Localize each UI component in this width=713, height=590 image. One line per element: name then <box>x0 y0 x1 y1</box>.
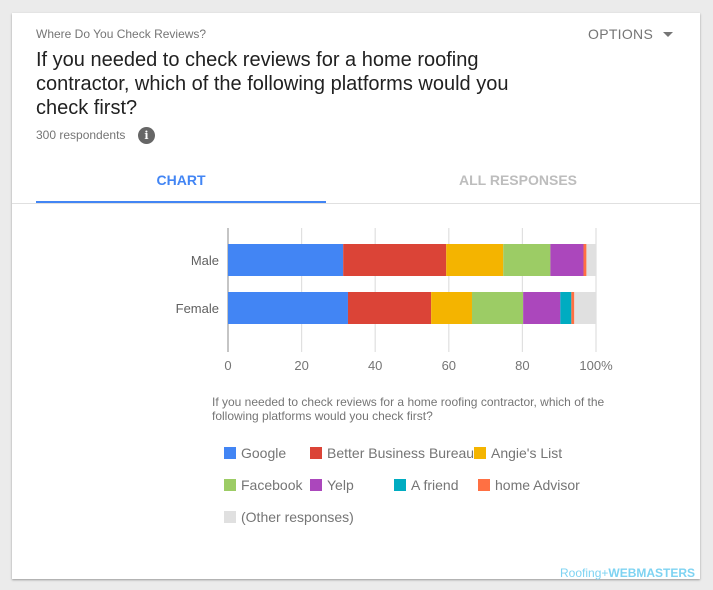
legend-label: Google <box>241 445 287 461</box>
legend-label: (Other responses) <box>241 509 354 525</box>
bar-segment[interactable] <box>583 244 587 276</box>
bar-segment[interactable] <box>343 244 447 276</box>
x-tick-label: 20 <box>294 358 308 373</box>
legend-swatch <box>224 447 236 459</box>
bar-segment[interactable] <box>574 292 597 324</box>
bar-segment[interactable] <box>503 244 551 276</box>
x-tick-label: 100% <box>579 358 613 373</box>
watermark-logo: Roofing+WEBMASTERS <box>560 566 696 580</box>
legend-item[interactable]: Google <box>224 445 286 461</box>
category-label: Male <box>191 253 219 268</box>
legend-label: Facebook <box>241 477 303 493</box>
legend-swatch <box>474 447 486 459</box>
legend-swatch <box>478 479 490 491</box>
legend-label: Yelp <box>327 477 354 493</box>
bar-segment[interactable] <box>471 292 524 324</box>
legend-item[interactable]: Angie's List <box>474 445 562 461</box>
bar-segment[interactable] <box>560 292 572 324</box>
bar-segment[interactable] <box>228 292 348 324</box>
legend-item[interactable]: A friend <box>394 477 458 493</box>
bar-segment[interactable] <box>228 244 344 276</box>
category-label: Female <box>176 301 219 316</box>
legend-swatch <box>310 447 322 459</box>
bar-segment[interactable] <box>586 244 596 276</box>
legend-item[interactable]: (Other responses) <box>224 509 354 525</box>
bar-segment[interactable] <box>347 292 432 324</box>
x-tick-label: 80 <box>515 358 529 373</box>
legend-label: Angie's List <box>491 445 563 461</box>
legend-item[interactable]: Facebook <box>224 477 302 493</box>
legend-swatch <box>394 479 406 491</box>
stacked-bar-chart: Male Female 0 20 40 60 80 100% <box>176 228 613 373</box>
bar-segment[interactable] <box>550 244 584 276</box>
x-tick-label: 60 <box>442 358 456 373</box>
legend-swatch <box>224 479 236 491</box>
legend-item[interactable]: home Advisor <box>478 477 580 493</box>
legend-title: If you needed to check reviews for a hom… <box>212 395 605 423</box>
legend-swatch <box>224 511 236 523</box>
x-tick-label: 0 <box>224 358 231 373</box>
legend-item[interactable]: Yelp <box>310 477 354 493</box>
bar-segment[interactable] <box>446 244 504 276</box>
x-tick-label: 40 <box>368 358 382 373</box>
bar-segment[interactable] <box>523 292 561 324</box>
legend-label: A friend <box>411 477 459 493</box>
legend-swatch <box>310 479 322 491</box>
legend-label: Better Business Bureau <box>327 445 475 461</box>
bar-segment[interactable] <box>571 292 575 324</box>
legend-label: home Advisor <box>495 477 580 493</box>
legend-item[interactable]: Better Business Bureau <box>310 445 474 461</box>
bar-segment[interactable] <box>431 292 472 324</box>
